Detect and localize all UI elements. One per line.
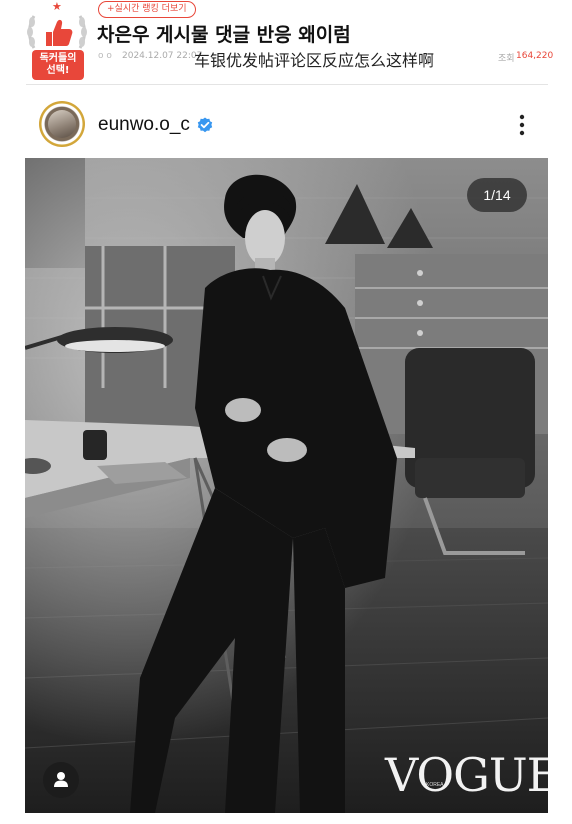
view-count: 164,220 (516, 51, 554, 61)
article-meta: o o 2024.12.07 22:07 车银优发帖评论区反应怎么这样啊 조회 … (98, 47, 558, 70)
vogue-watermark: VOGUE (385, 748, 548, 802)
username[interactable]: eunwo.o_c (98, 114, 190, 136)
user-tag-icon (54, 772, 68, 787)
user-tag-button[interactable] (43, 762, 79, 798)
meta-dots-icon: o o (98, 51, 112, 61)
realtime-ranking-button[interactable]: +실시간 랭킹 더보기 (98, 1, 196, 18)
badge-label-line2: 선택! (46, 65, 70, 76)
photo-scene (25, 158, 548, 813)
best-pick-badge: ★ 독커들의 선택! (24, 1, 90, 82)
views-label: 조회 (498, 54, 515, 64)
thumbs-up-icon (27, 15, 87, 49)
more-options-icon[interactable] (516, 114, 528, 136)
image-counter: 1/14 (467, 178, 527, 212)
vogue-korea-watermark: KOREA (426, 782, 444, 788)
divider (26, 84, 548, 85)
article-date: 2024.12.07 22:07 (122, 51, 203, 61)
badge-label-line1: 독커들의 (39, 53, 77, 64)
post-photo[interactable]: 1/14 VOGUE KOREA (25, 158, 548, 813)
article-title: 차은우 게시물 댓글 반응 왜이럼 (97, 24, 351, 46)
best-pick-label: 독커들의 선택! (32, 50, 84, 80)
overlay-caption: 车银优发帖评论区反应怎么这样啊 (194, 51, 435, 70)
avatar-photo (48, 110, 76, 138)
verified-icon (197, 117, 213, 133)
avatar[interactable] (39, 101, 85, 147)
